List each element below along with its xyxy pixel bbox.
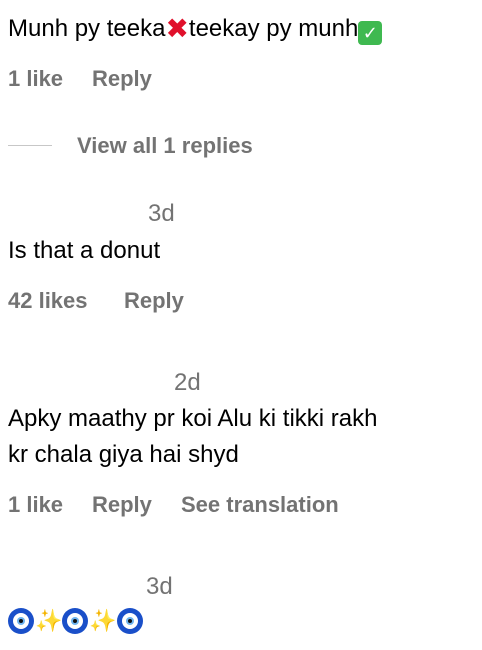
sparkles-icon: ✨ (35, 608, 63, 633)
comment-emoji-row: ✨ ✨ (8, 608, 143, 634)
comment-timestamp: 2d (174, 369, 201, 396)
replies-divider (8, 145, 52, 146)
comment-text-part: Munh py teeka (8, 15, 166, 42)
cross-mark-icon: ✖ (165, 13, 189, 44)
view-replies-button[interactable]: View all 1 replies (77, 133, 253, 159)
reply-button[interactable]: Reply (92, 66, 152, 92)
comment-text-line: kr chala giya hai shyd (8, 441, 239, 468)
like-count[interactable]: 1 like (8, 66, 63, 92)
reply-button[interactable]: Reply (124, 288, 184, 314)
comment-text-line: Apky maathy pr koi Alu ki tikki rakh (8, 405, 378, 432)
sparkles-icon: ✨ (89, 608, 117, 633)
comment-text: Munh py teeka✖teekay py munh ✓ (8, 12, 383, 46)
comment-timestamp: 3d (148, 200, 175, 227)
comment-timestamp: 3d (146, 573, 173, 600)
evil-eye-icon (116, 608, 143, 634)
like-count[interactable]: 1 like (8, 492, 63, 518)
comment-text-part: teekay py munh (188, 15, 359, 42)
evil-eye-icon (8, 608, 34, 634)
like-count[interactable]: 42 likes (8, 288, 88, 314)
check-mark-icon: ✓ (358, 21, 383, 45)
comment-text: Is that a donut (8, 237, 161, 264)
reply-button[interactable]: Reply (92, 492, 152, 518)
evil-eye-icon (62, 608, 89, 634)
see-translation-button[interactable]: See translation (181, 492, 339, 518)
